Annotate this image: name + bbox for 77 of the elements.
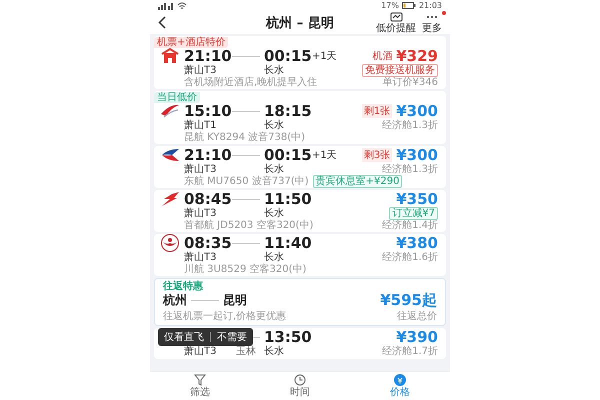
signal-icon — [158, 2, 174, 10]
departure-terminal: 萧山T3 — [184, 206, 218, 220]
direct-only-button[interactable]: 仅看直飞 — [162, 329, 206, 345]
fare-info: 订立减¥7 — [389, 206, 438, 220]
airline-logo-icon — [160, 102, 180, 120]
arrival-airport: 长水 — [264, 64, 285, 76]
airline-logo-icon — [160, 190, 180, 208]
package-label: 机酒 — [372, 50, 392, 63]
round-trip-tag: 往返特惠 — [163, 281, 203, 293]
flight-price: ¥390 — [396, 330, 438, 344]
flight-card[interactable]: 08:35 11:40 ¥380 萧山T3 长水 经济舱1.6折 川航 3U8529 空客320(中) — [154, 234, 446, 276]
arrival-airport: 长水 — [264, 162, 285, 176]
departure-terminal: 萧山T3 — [184, 64, 218, 76]
fare-info: 经济舱1.3折 — [382, 164, 438, 174]
next-day-label: +1天 — [312, 149, 337, 162]
arrival-airport: 长水 — [264, 344, 285, 358]
bottom-tab[interactable]: 筛选 — [186, 374, 214, 398]
airline-logo-icon — [160, 146, 180, 164]
back-icon[interactable] — [158, 16, 166, 29]
flight-price: ¥300 — [396, 104, 438, 118]
lounge-badge: 贵宾休息室+¥290 — [312, 174, 402, 188]
round-trip-price: ¥595起 — [380, 293, 437, 308]
battery-percent: 17% — [381, 1, 399, 10]
filter-icon — [194, 374, 206, 386]
flight-info: 东航 MU7650 波音737(中) — [184, 174, 309, 188]
departure-terminal: 萧山T3 — [184, 162, 218, 176]
seats-left-badge: 剩3张 — [362, 148, 392, 162]
round-trip-card[interactable]: 往返特惠 杭州 昆明 ¥595起 往返机票一起订,价格更优惠 往返总价 — [154, 278, 446, 326]
wifi-icon — [177, 2, 187, 10]
notification-dot — [442, 10, 446, 14]
round-trip-note: 往返机票一起订,价格更优惠 — [163, 310, 286, 322]
departure-terminal: 萧山T1 — [184, 118, 218, 132]
flight-price: ¥380 — [396, 236, 438, 250]
fare-info: 免费接送机服务 — [362, 64, 438, 76]
bottom-tab[interactable]: 时间 — [286, 374, 314, 398]
price-sort-icon — [394, 374, 406, 386]
airline-logo-icon — [160, 47, 180, 65]
flight-price: ¥350 — [396, 192, 438, 206]
route-title: 杭州 – 昆明 — [266, 14, 334, 32]
dismiss-button[interactable]: 不需要 — [215, 329, 249, 345]
fare-info: 经济舱1.6折 — [382, 252, 438, 262]
deal-tag: 当日低价 — [154, 92, 200, 103]
arrival-airport: 长水 — [264, 250, 285, 264]
flight-card[interactable]: 13:50 ¥390 萧山T3 玉林 长水 经济舱1.7折 仅看直飞 不需要 — [154, 328, 446, 359]
departure-terminal: 萧山T3 — [184, 345, 218, 358]
seats-left-badge: 剩1张 — [362, 104, 392, 118]
round-trip-price-label: 往返总价 — [397, 310, 437, 322]
departure-terminal: 萧山T3 — [184, 250, 218, 264]
destination-city: 昆明 — [223, 292, 247, 309]
origin-city: 杭州 — [163, 292, 187, 309]
header-action-button[interactable]: 更多 — [422, 12, 442, 34]
header-action-button[interactable]: 低价提醒 — [376, 12, 416, 34]
arrival-airport: 长水 — [264, 118, 285, 132]
flight-card[interactable]: 08:45 11:50 ¥350 萧山T3 长水 订立减¥7 首都航 JD5203 空客320(中) 经济舱1.4折 — [154, 190, 446, 232]
clock-icon — [294, 374, 306, 386]
next-day-label: +1天 — [312, 50, 337, 63]
arrival-airport: 长水 — [264, 206, 285, 220]
flight-card[interactable]: 21:10 00:15+1天 剩3张 ¥300 萧山T3 长水 经济舱1.3折 东航 MU7650 波音737(中) 贵宾休息室+¥290 — [154, 146, 446, 188]
deal-tag: 机票+酒店特价 — [154, 37, 228, 48]
bottom-tab[interactable]: 价格 — [386, 374, 414, 398]
fare-info: 经济舱1.4折 — [382, 218, 438, 232]
clock-time: 21:03 — [418, 1, 442, 10]
fare-info: 经济舱1.3折 — [382, 120, 438, 130]
flight-info: 川航 3U8529 空客320(中) — [184, 262, 306, 276]
battery-icon — [402, 2, 416, 9]
flight-card[interactable]: 当日低价 15:10 18:15 剩1张 ¥300 萧山T1 长水 经济舱1.3折 昆航 KY8294 波音738(中) — [154, 91, 446, 144]
airline-logo-icon — [160, 234, 180, 252]
flight-card[interactable]: 机票+酒店特价 21:10 00:15+1天 机酒 ¥329 萧山T3 长水 免费接送机服务 含机场附近酒店,晚机提早入住 单订价¥346 — [154, 36, 446, 89]
stopover-city: 玉林 — [236, 346, 256, 357]
flight-info: 含机场附近酒店,晚机提早入住 — [184, 76, 318, 89]
flight-info: 昆航 KY8294 波音738(中) — [184, 130, 306, 144]
fare-info: 单订价¥346 — [382, 76, 438, 89]
fare-info: 经济舱1.7折 — [382, 346, 438, 356]
flight-price: ¥300 — [396, 148, 438, 162]
flight-price: ¥329 — [396, 48, 438, 64]
price-alert-icon — [390, 12, 402, 22]
flight-info: 首都航 JD5203 空客320(中) — [184, 218, 314, 232]
